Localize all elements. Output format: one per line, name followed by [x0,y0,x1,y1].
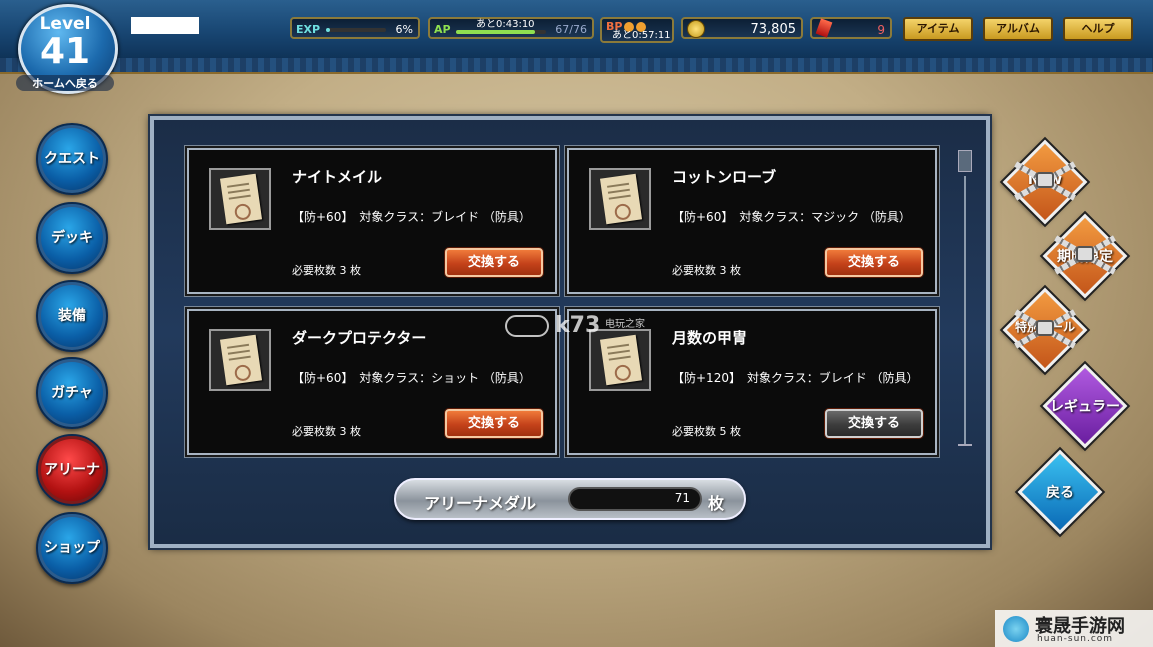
regular-tab-label: レギュラー [1050,399,1120,415]
required-count: 必要枚数 5 枚 [672,425,741,438]
exchange-button-disabled[interactable]: 交換する [825,409,923,438]
ap-gauge: AP あと0:43:10 67/76 [428,17,594,39]
new-tab-button[interactable]: New [1002,139,1088,225]
medal-count: 71 [674,491,690,505]
nav-equipment-button[interactable]: 装備 [36,280,108,352]
gem-counter: 9 [810,17,892,39]
site-watermark: 寰晟手游网 huan-sun.com [995,610,1153,647]
watermark-url: huan-sun.com [1037,634,1114,644]
level-value: 41 [39,31,91,72]
level-badge[interactable]: Level 41 ホームへ戻る [12,2,118,94]
arena-medal-display: アリーナメダル 71 枚 [394,478,746,520]
item-name: ナイトメイル [292,168,383,186]
special-sale-tab-button[interactable]: 特別セール [1002,287,1088,373]
nav-deck-button[interactable]: デッキ [36,202,108,274]
bp-gauge: BP あと0:57:11 [600,17,674,43]
exp-bar-fill [326,28,330,32]
back-button[interactable]: 戻る [1017,449,1103,535]
ap-label: AP [434,23,451,36]
exchange-card: コットンローブ 【防+60】 対象クラス：マジック （防具） 必要枚数 3 枚 … [567,148,937,294]
item-description: 【防+60】 対象クラス：マジック （防具） [672,210,911,224]
ap-bar-fill [456,30,536,34]
lock-icon [1076,246,1094,262]
ap-value: 67/76 [555,23,587,36]
album-button[interactable]: アルバム [983,17,1053,41]
help-button[interactable]: ヘルプ [1063,17,1133,41]
regular-tab-button[interactable]: レギュラー [1042,363,1128,449]
exchange-button[interactable]: 交換する [445,409,543,438]
k73-subtext: 电玩之家 [605,319,645,330]
back-label: 戻る [1046,485,1074,501]
item-name: コットンローブ [672,168,777,186]
item-description: 【防+120】 対象クラス：ブレイド （防具） [672,371,919,385]
nav-quest-button[interactable]: クエスト [36,123,108,195]
medal-unit: 枚 [708,494,725,513]
home-link[interactable]: ホームへ戻る [16,75,114,91]
gamepad-icon [505,315,549,337]
lock-icon [1036,172,1054,188]
item-button[interactable]: アイテム [903,17,973,41]
nav-gacha-button[interactable]: ガチャ [36,357,108,429]
item-name: 月数の甲冑 [672,329,748,347]
top-bar: EXP 6% AP あと0:43:10 67/76 BP あと0:57:11 7… [0,0,1153,61]
exp-label: EXP [296,23,321,36]
medal-label: アリーナメダル [424,494,537,513]
ap-bar-track [456,30,546,34]
gold-value: 73,805 [750,22,797,37]
nav-shop-button[interactable]: ショップ [36,512,108,584]
blueprint-icon [589,168,651,230]
player-name-box [131,17,199,34]
exchange-card: ナイトメイル 【防+60】 対象クラス：ブレイド （防具） 必要枚数 3 枚 交… [187,148,557,294]
red-gem-icon [815,18,833,38]
exchange-button[interactable]: 交換する [825,248,923,277]
scroll-end-icon [958,444,972,456]
k73-watermark: k73 电玩之家 [505,313,655,341]
blueprint-icon [209,329,271,391]
bp-timer: あと0:57:11 [612,30,671,41]
item-description: 【防+60】 対象クラス：ショット （防具） [292,371,531,385]
scrollbar[interactable] [958,150,972,460]
exchange-button[interactable]: 交換する [445,248,543,277]
required-count: 必要枚数 3 枚 [672,264,741,277]
limited-tab-button[interactable]: 期間限定 [1042,213,1128,299]
item-name: ダークプロテクター [292,329,427,347]
required-count: 必要枚数 3 枚 [292,425,361,438]
item-description: 【防+60】 対象クラス：ブレイド （防具） [292,210,531,224]
scroll-thumb[interactable] [958,150,972,172]
gem-value: 9 [877,23,885,37]
k73-text: k73 [555,313,601,338]
exp-value: 6% [395,23,413,36]
blueprint-icon [209,168,271,230]
gold-counter: 73,805 [681,17,803,39]
required-count: 必要枚数 3 枚 [292,264,361,277]
exchange-card: ダークプロテクター 【防+60】 対象クラス：ショット （防具） 必要枚数 3 … [187,309,557,455]
site-logo-icon [1003,616,1029,642]
nav-arena-button[interactable]: アリーナ [36,434,108,506]
scroll-track[interactable] [964,176,966,444]
exp-gauge: EXP 6% [290,17,420,39]
medal-count-box: 71 [568,487,702,511]
exp-bar-track [326,28,386,32]
lock-icon [1036,320,1054,336]
gold-coin-icon [687,20,705,38]
top-bar-trim [0,58,1153,74]
